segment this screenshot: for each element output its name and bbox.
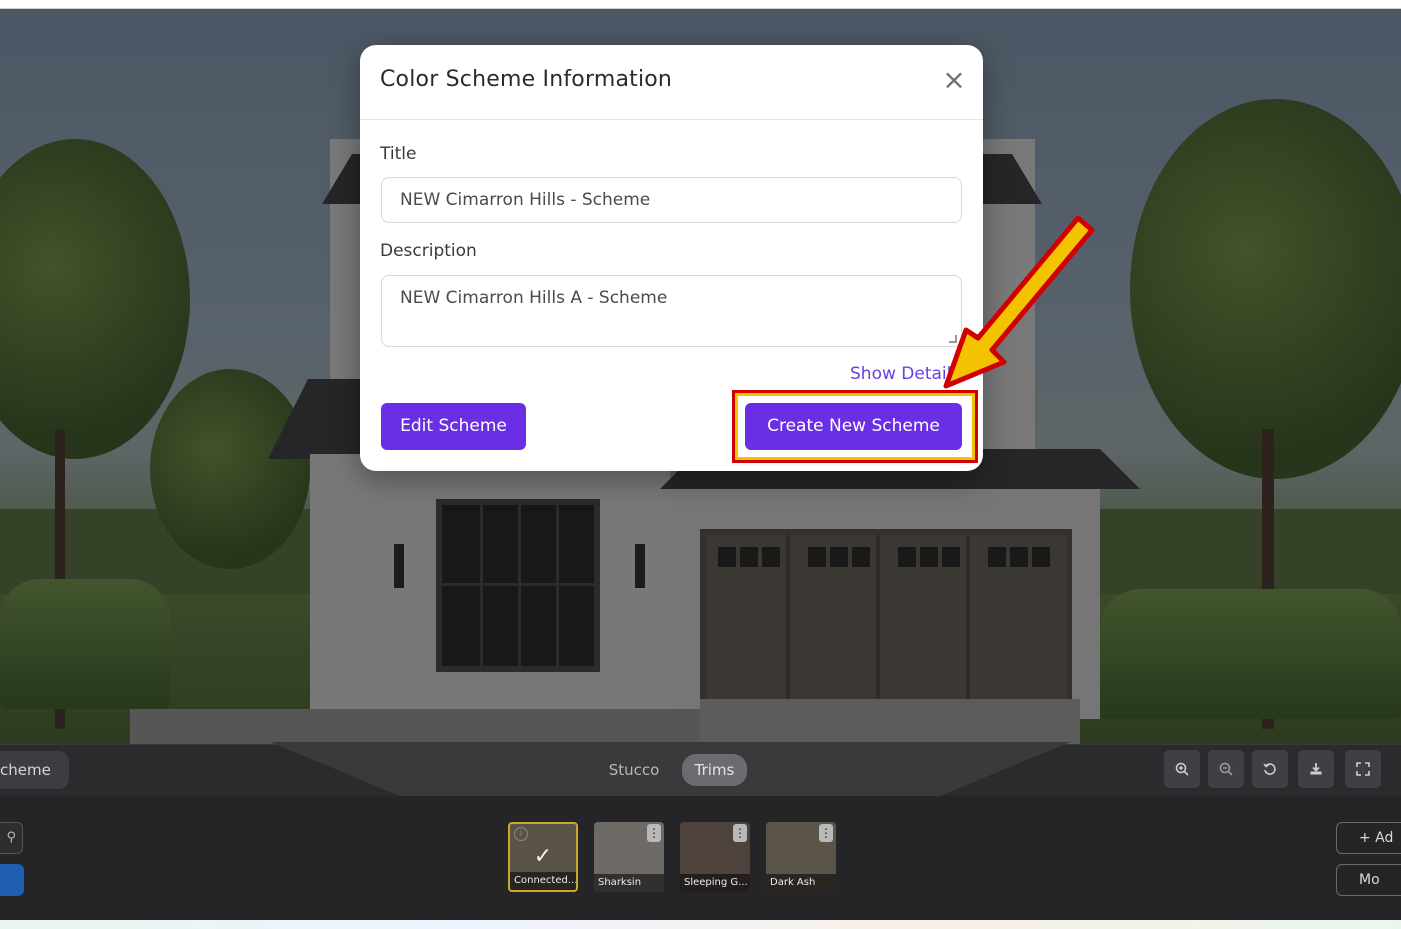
- check-icon: ✓: [533, 844, 553, 869]
- more-options-icon[interactable]: ⋮: [819, 824, 833, 842]
- fullscreen-icon[interactable]: [1345, 750, 1381, 788]
- swatch-label: Sleeping G...: [680, 874, 750, 892]
- edit-scheme-button[interactable]: Edit Scheme: [381, 403, 526, 450]
- search-icon[interactable]: ⚲: [0, 822, 23, 854]
- info-icon[interactable]: i: [514, 827, 528, 841]
- modal-divider: [360, 119, 983, 120]
- tab-trims[interactable]: Trims: [682, 754, 747, 786]
- modal-title: Color Scheme Information: [380, 67, 673, 92]
- zoom-out-icon[interactable]: [1208, 750, 1244, 788]
- swatch-label: Dark Ash: [766, 874, 836, 892]
- description-textarea[interactable]: NEW Cimarron Hills A - Scheme: [381, 275, 962, 347]
- swatch-label: Sharksin: [594, 874, 664, 892]
- description-text: NEW Cimarron Hills A - Scheme: [400, 288, 668, 308]
- swatch-dark-ash[interactable]: ⋮ Dark Ash: [766, 822, 836, 892]
- top-border: [0, 0, 1401, 9]
- annotation-arrow-icon: [943, 215, 1095, 389]
- swatch-connected[interactable]: i ✓ Connected...: [508, 822, 578, 892]
- more-options-icon[interactable]: ⋮: [733, 824, 747, 842]
- highlight-box: [732, 390, 978, 463]
- swatch-label: Connected...: [510, 872, 576, 890]
- zoom-in-icon[interactable]: [1164, 750, 1200, 788]
- title-input[interactable]: NEW Cimarron Hills - Scheme: [381, 177, 962, 223]
- toolbar-tab-shape: [270, 742, 1070, 796]
- swatch-sharksin[interactable]: ⋮ Sharksin: [594, 822, 664, 892]
- download-icon[interactable]: [1298, 750, 1334, 788]
- bottom-strip: [0, 920, 1401, 929]
- reset-icon[interactable]: [1252, 750, 1288, 788]
- close-icon[interactable]: ×: [940, 66, 968, 95]
- add-button[interactable]: + Ad: [1336, 822, 1401, 854]
- more-button[interactable]: Mo: [1336, 864, 1401, 896]
- swatch-sleeping[interactable]: ⋮ Sleeping G...: [680, 822, 750, 892]
- more-options-icon[interactable]: ⋮: [647, 824, 661, 842]
- side-action-button[interactable]: [0, 864, 24, 896]
- tab-stucco[interactable]: Stucco: [598, 754, 670, 786]
- title-label: Title: [380, 144, 417, 164]
- scheme-tab[interactable]: cheme: [0, 751, 69, 789]
- description-label: Description: [380, 241, 477, 261]
- app-window: cheme Stucco Trims ⚲ i ✓ Connected... ⋮ …: [0, 0, 1401, 929]
